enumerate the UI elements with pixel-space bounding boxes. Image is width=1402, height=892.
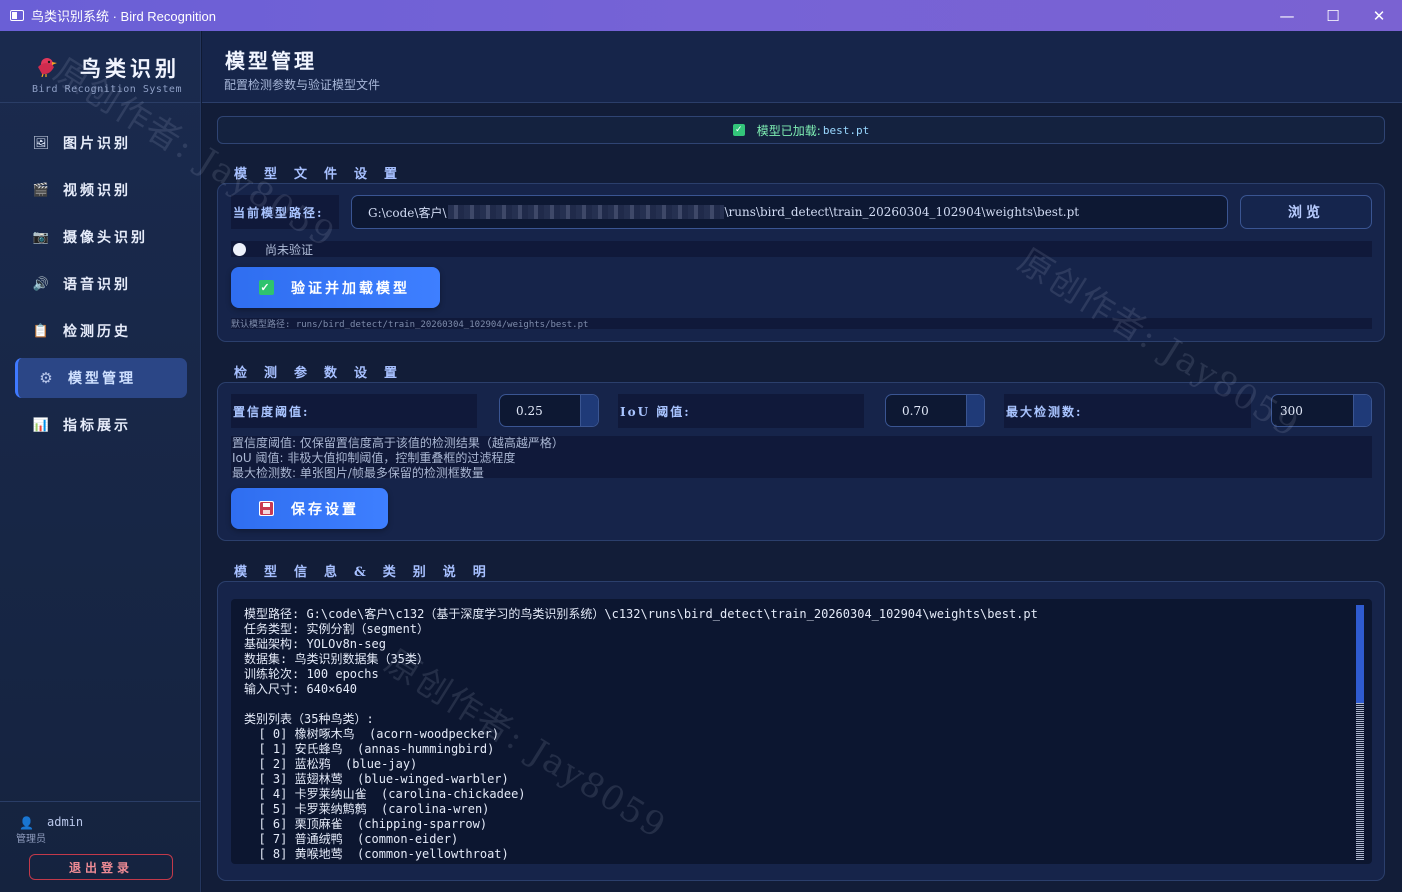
- verify-load-button[interactable]: ✓ 验证并加载模型: [231, 267, 440, 308]
- bar-chart-icon: 📊: [32, 417, 50, 433]
- max-detections-spinbox[interactable]: 300: [1271, 394, 1372, 427]
- spinbox-arrows[interactable]: [1353, 395, 1371, 426]
- sidebar-item-label: 模型管理: [68, 371, 136, 387]
- max-detections-label: 最大检测数:: [1004, 394, 1251, 428]
- main-content: 模型管理 配置检测参数与验证模型文件 ✓ 模型已加载: best.pt 模型文件…: [202, 31, 1402, 892]
- confidence-value: 0.25: [516, 403, 543, 418]
- brand: 鸟类识别 Bird Recognition System: [0, 31, 201, 103]
- iou-value: 0.70: [902, 403, 929, 418]
- path-prefix: G:\code\客户\: [368, 205, 447, 220]
- sidebar-nav: 🖼 图片识别 🎬 视频识别 📷 摄像头识别 🔊 语音识别 📋 检测历史 ⚙ 模型…: [15, 123, 187, 452]
- section-title-model-info: 模型信息&类别说明: [234, 565, 503, 580]
- maximize-button[interactable]: ☐: [1310, 0, 1356, 31]
- desc-line-max: 最大检测数: 单张图片/帧最多保留的检测框数量: [232, 466, 484, 480]
- model-path-input[interactable]: G:\code\客户\ \runs\bird_detect\train_20260…: [351, 195, 1228, 229]
- model-info-panel: 模型路径: G:\code\客户\c132（基于深度学习的鸟类识别系统）\c13…: [217, 581, 1385, 881]
- sidebar-item-voice-recognition[interactable]: 🔊 语音识别: [15, 264, 187, 304]
- sidebar-item-video-recognition[interactable]: 🎬 视频识别: [15, 170, 187, 210]
- bird-logo-icon: [38, 58, 57, 77]
- gear-icon: ⚙: [39, 369, 53, 387]
- floppy-disk-icon: [259, 501, 274, 516]
- user-icon: 👤: [19, 816, 34, 830]
- path-label: 当前模型路径:: [231, 195, 339, 229]
- sidebar: 鸟类识别 Bird Recognition System 🖼 图片识别 🎬 视频…: [0, 31, 201, 892]
- page-title: 模型管理: [225, 49, 317, 73]
- scrollbar-thumb[interactable]: [1356, 605, 1364, 703]
- sidebar-item-label: 语音识别: [63, 277, 131, 293]
- title-bar: 鸟类识别系统 · Bird Recognition — ☐ ✕: [0, 0, 1402, 31]
- path-suffix: \runs\bird_detect\train_20260304_102904\…: [724, 205, 1080, 219]
- window-title: 鸟类识别系统 · Bird Recognition: [31, 9, 216, 24]
- redacted-path-segment: [447, 205, 724, 219]
- spinbox-arrows[interactable]: [580, 395, 598, 426]
- sidebar-item-label: 检测历史: [63, 324, 131, 340]
- iou-label: IoU 阈值:: [618, 394, 864, 428]
- check-icon: ✓: [732, 124, 745, 136]
- clipboard-icon: 📋: [32, 323, 50, 339]
- speaker-icon: 🔊: [32, 276, 50, 292]
- sidebar-item-metrics[interactable]: 📊 指标展示: [15, 405, 187, 445]
- model-info-textbox[interactable]: 模型路径: G:\code\客户\c132（基于深度学习的鸟类识别系统）\c13…: [231, 599, 1372, 864]
- sidebar-item-label: 图片识别: [63, 136, 131, 152]
- logout-button[interactable]: 退出登录: [29, 854, 173, 880]
- max-detections-value: 300: [1280, 403, 1303, 418]
- sidebar-item-label: 指标展示: [63, 418, 131, 434]
- camera-icon: 📷: [32, 229, 50, 245]
- sidebar-item-label: 摄像头识别: [63, 230, 148, 246]
- checkbox-icon: ✓: [259, 280, 274, 295]
- sidebar-item-image-recognition[interactable]: 🖼 图片识别: [15, 123, 187, 163]
- verify-status-radio[interactable]: [233, 242, 246, 256]
- brand-subtitle: Bird Recognition System: [32, 84, 182, 95]
- status-filename: best.pt: [822, 123, 870, 137]
- video-clapper-icon: 🎬: [32, 182, 50, 198]
- browse-button[interactable]: 浏览: [1240, 195, 1372, 229]
- verify-load-label: 验证并加载模型: [291, 280, 410, 297]
- status-text: 模型已加载:: [756, 123, 821, 138]
- save-settings-button[interactable]: 保存设置: [231, 488, 388, 529]
- detect-params-panel: 置信度阈值: 0.25 IoU 阈值: 0.70 最大检测数: 300 置信度阈…: [217, 382, 1385, 541]
- page-header: 模型管理 配置检测参数与验证模型文件: [202, 31, 1402, 103]
- model-file-panel: 当前模型路径: G:\code\客户\ \runs\bird_detect\tra…: [217, 183, 1385, 342]
- section-title-model-file: 模型文件设置: [234, 167, 415, 182]
- confidence-spinbox[interactable]: 0.25: [499, 394, 599, 427]
- default-path-hint: 默认模型路径: runs/bird_detect/train_20260304_…: [231, 318, 1372, 330]
- sidebar-item-camera-recognition[interactable]: 📷 摄像头识别: [15, 217, 187, 257]
- iou-spinbox[interactable]: 0.70: [885, 394, 985, 427]
- app-window-icon: [10, 10, 24, 21]
- section-title-detect-params: 检测参数设置: [234, 366, 415, 381]
- image-icon: 🖼: [32, 135, 50, 151]
- desc-line-confidence: 置信度阈值: 仅保留置信度高于该值的检测结果（越高越严格）: [232, 436, 564, 450]
- confidence-label: 置信度阈值:: [231, 394, 477, 428]
- window-controls: — ☐ ✕: [1264, 0, 1402, 31]
- param-descriptions: 置信度阈值: 仅保留置信度高于该值的检测结果（越高越严格） IoU 阈值: 非极…: [231, 436, 1372, 480]
- sidebar-item-model-management[interactable]: ⚙ 模型管理: [15, 358, 187, 398]
- user-name: admin: [47, 815, 84, 829]
- user-role: 管理员: [16, 834, 46, 845]
- user-box: 👤 admin 管理员 退出登录: [0, 801, 201, 892]
- desc-line-iou: IoU 阈值: 非极大值抑制阈值，控制重叠框的过滤程度: [232, 451, 516, 465]
- model-status-bar: ✓ 模型已加载: best.pt: [217, 116, 1385, 144]
- close-button[interactable]: ✕: [1356, 0, 1402, 31]
- model-info-text: 模型路径: G:\code\客户\c132（基于深度学习的鸟类识别系统）\c13…: [244, 607, 1038, 861]
- verify-status-row: 尚未验证: [231, 241, 1372, 257]
- verify-status-label: 尚未验证: [265, 242, 314, 257]
- minimize-button[interactable]: —: [1264, 0, 1310, 31]
- sidebar-item-label: 视频识别: [63, 183, 131, 199]
- brand-name: 鸟类识别: [80, 56, 180, 81]
- sidebar-item-detection-history[interactable]: 📋 检测历史: [15, 311, 187, 351]
- save-settings-label: 保存设置: [291, 501, 359, 518]
- page-subtitle: 配置检测参数与验证模型文件: [224, 78, 381, 92]
- spinbox-arrows[interactable]: [966, 395, 984, 426]
